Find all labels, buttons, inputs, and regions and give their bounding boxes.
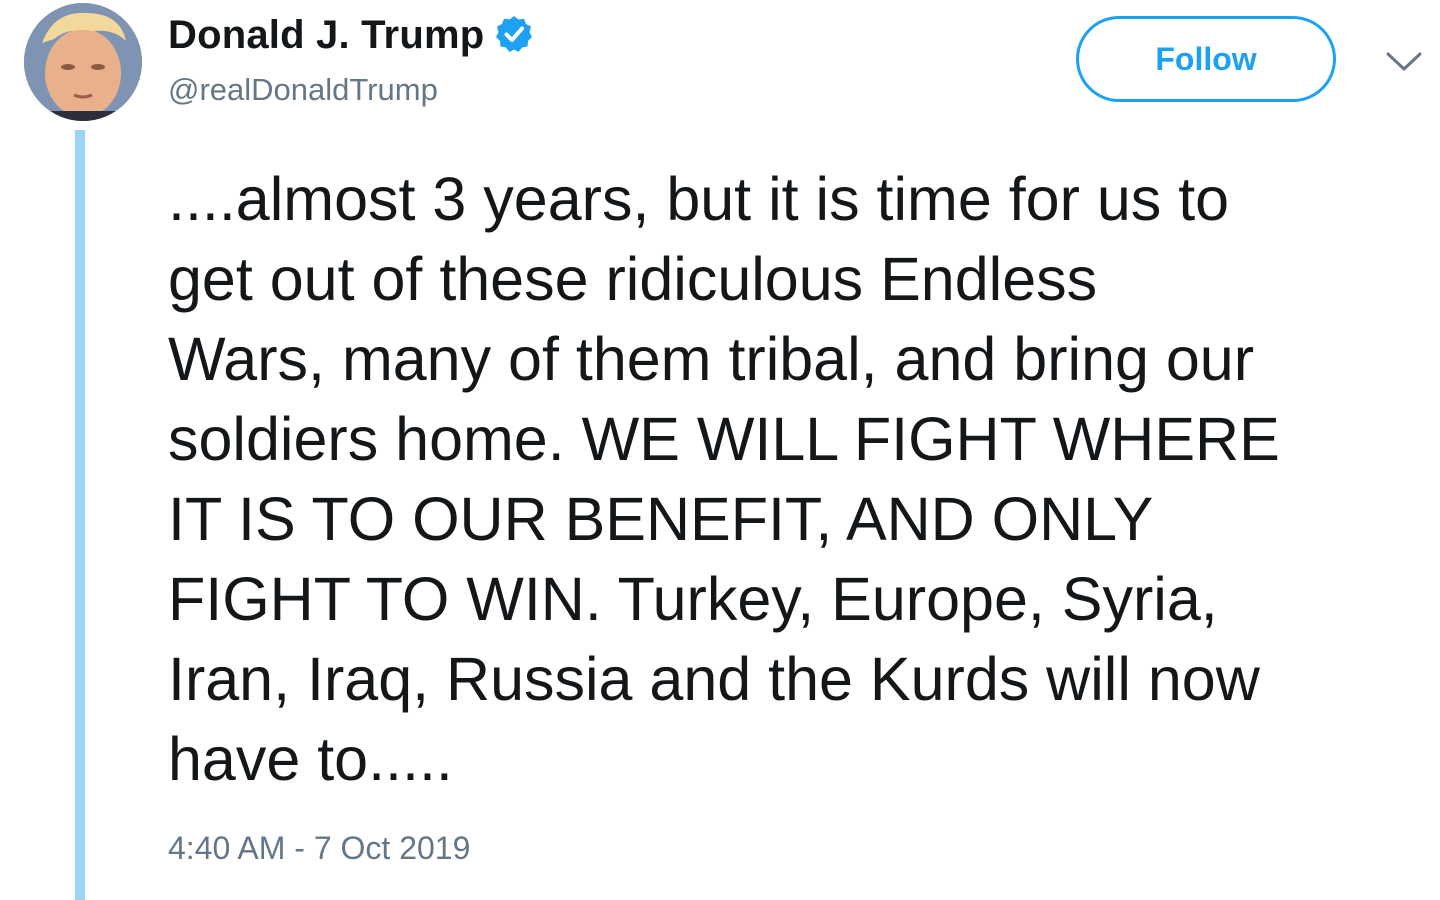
tweet-line: FIGHT TO WIN. Turkey, Europe, Syria, (168, 565, 1218, 633)
chevron-down-icon[interactable] (1384, 50, 1424, 74)
tweet-line: Iran, Iraq, Russia and the Kurds will no… (168, 645, 1260, 713)
thread-line (75, 130, 85, 900)
author-name-row[interactable]: Donald J. Trump (168, 10, 534, 60)
tweet-line: get out of these ridiculous Endless (168, 245, 1098, 313)
author-handle[interactable]: @realDonaldTrump (168, 72, 438, 108)
verified-badge-icon (496, 16, 533, 52)
follow-button[interactable]: Follow (1076, 16, 1336, 102)
tweet-line: ....almost 3 years, but it is time for u… (168, 165, 1230, 233)
tweet-line: soldiers home. WE WILL FIGHT WHERE (168, 405, 1280, 473)
tweet-line: have to..... (168, 725, 453, 793)
tweet-line: IT IS TO OUR BENEFIT, AND ONLY (168, 485, 1154, 553)
profile-photo (24, 3, 142, 121)
tweet-timestamp[interactable]: 4:40 AM - 7 Oct 2019 (168, 830, 470, 867)
display-name[interactable]: Donald J. Trump (168, 13, 484, 58)
tweet-line: Wars, many of them tribal, and bring our (168, 325, 1255, 393)
tweet-text: ....almost 3 years, but it is time for u… (168, 159, 1428, 799)
avatar[interactable] (24, 3, 142, 121)
